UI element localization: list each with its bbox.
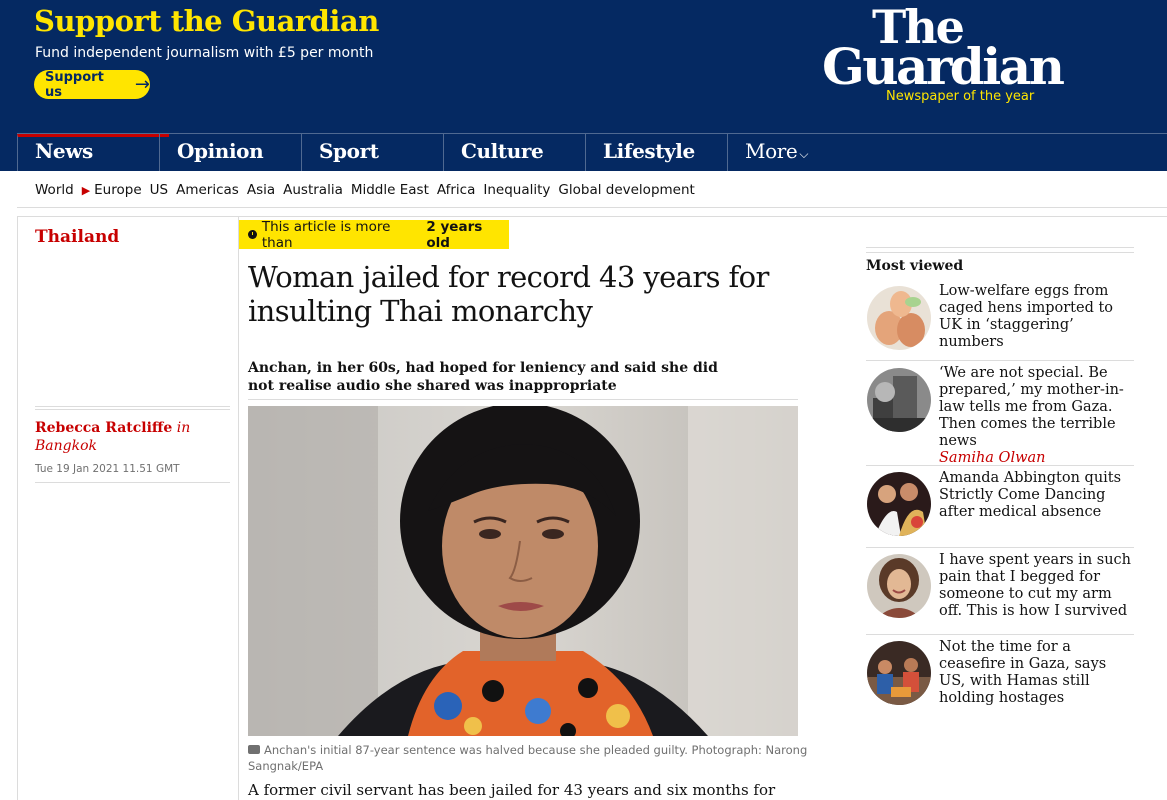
subnav-europe[interactable]: Europe (94, 182, 141, 198)
most-viewed-headline: Low-welfare eggs from caged hens importe… (939, 283, 1134, 351)
guardian-logo[interactable]: The Guardian Newspaper of the year (820, 0, 1090, 110)
pillar-opinion[interactable]: Opinion (159, 134, 301, 171)
mv-headline-text: Not the time for a ceasefire in Gaza, sa… (939, 639, 1107, 706)
age-badge-prefix: This article is more than (261, 218, 391, 251)
byline: Rebecca Ratcliffe in Bangkok (35, 419, 230, 455)
subnav-world[interactable]: World (35, 182, 74, 198)
most-viewed-item[interactable]: Not the time for a ceasefire in Gaza, sa… (866, 634, 1134, 724)
gaza-thumbnail (867, 368, 931, 432)
most-viewed-item[interactable]: I have spent years in such pain that I b… (866, 547, 1134, 634)
subnav-global-development[interactable]: Global development (558, 182, 694, 198)
center-column-rule (238, 217, 239, 800)
age-badge-value: 2 years old (426, 218, 483, 251)
arrow-right-icon: → (134, 73, 150, 95)
portrait-illustration (248, 406, 798, 736)
most-viewed-divider (866, 247, 1134, 253)
pillar-lifestyle[interactable]: Lifestyle (585, 134, 727, 171)
ceasefire-thumbnail (867, 641, 931, 705)
pillar-culture[interactable]: Culture (443, 134, 585, 171)
subnav-middle-east[interactable]: Middle East (351, 182, 429, 198)
left-column-rule (17, 217, 18, 800)
caption-text: Anchan's initial 87-year sentence was ha… (248, 743, 808, 773)
camera-icon (248, 745, 260, 754)
mv-headline-text: Low-welfare eggs from caged hens importe… (939, 283, 1114, 350)
support-subtitle: Fund independent journalism with £5 per … (35, 45, 374, 61)
byline-divider (35, 406, 230, 410)
article-standfirst: Anchan, in her 60s, had hoped for lenien… (248, 360, 718, 394)
most-viewed-headline: Not the time for a ceasefire in Gaza, sa… (939, 639, 1134, 707)
article-photo (248, 406, 798, 736)
clock-icon (248, 230, 257, 239)
header-banner: Support the Guardian Fund independent jo… (0, 0, 1167, 171)
pain-thumbnail (867, 554, 931, 618)
subnav-us[interactable]: US (150, 182, 168, 198)
pillar-nav: News Opinion Sport Culture Lifestyle Mor… (17, 133, 1167, 171)
chevron-down-icon: ⌵ (799, 147, 809, 161)
most-viewed-headline: ‘We are not special. Be prepared,’ my mo… (939, 365, 1134, 467)
sub-navigation: World ▶ Europe US Americas Asia Australia Middl… (35, 182, 703, 198)
author-name[interactable]: Rebecca Ratcliffe (35, 420, 172, 436)
mv-headline-text: ‘We are not special. Be prepared,’ my mo… (939, 365, 1124, 449)
most-viewed-item[interactable]: ‘We are not special. Be prepared,’ my mo… (866, 360, 1134, 467)
article-headline: Woman jailed for record 43 years for ins… (248, 260, 769, 328)
pillar-news[interactable]: News (17, 134, 169, 171)
standfirst-divider (248, 399, 798, 400)
support-us-button[interactable]: Support us → (34, 69, 150, 100)
subnav-inequality[interactable]: Inequality (483, 182, 550, 198)
most-viewed-title: Most viewed (866, 258, 964, 274)
article-age-badge: This article is more than 2 years old (239, 218, 509, 251)
article-body: A former civil servant has been jailed f… (248, 781, 776, 799)
triangle-right-icon: ▶ (81, 184, 91, 197)
mv-headline-text: I have spent years in such pain that I b… (939, 552, 1132, 619)
support-title: Support the Guardian (34, 4, 379, 38)
article-date: Tue 19 Jan 2021 11.51 GMT (35, 463, 180, 475)
pillar-sport[interactable]: Sport (301, 134, 443, 171)
pillar-more[interactable]: More ⌵ (727, 134, 867, 171)
most-viewed-item[interactable]: Amanda Abbington quits Strictly Come Dan… (866, 465, 1134, 547)
subnav-africa[interactable]: Africa (437, 182, 476, 198)
eggs-thumbnail (867, 286, 931, 350)
most-viewed-headline: I have spent years in such pain that I b… (939, 552, 1134, 620)
logo-line-2: Guardian (822, 37, 1065, 96)
most-viewed-item[interactable]: Low-welfare eggs from caged hens importe… (866, 282, 1134, 360)
subnav-australia[interactable]: Australia (283, 182, 343, 198)
subnav-asia[interactable]: Asia (247, 182, 275, 198)
most-viewed-headline: Amanda Abbington quits Strictly Come Dan… (939, 470, 1134, 521)
mv-headline-text: Amanda Abbington quits Strictly Come Dan… (939, 470, 1122, 520)
subnav-americas[interactable]: Americas (176, 182, 239, 198)
section-thailand-link[interactable]: Thailand (35, 227, 119, 247)
pillar-more-label: More (745, 139, 798, 163)
logo-tagline: Newspaper of the year (886, 89, 1035, 104)
date-divider (35, 482, 230, 483)
photo-caption: Anchan's initial 87-year sentence was ha… (248, 742, 808, 774)
support-us-label: Support us (45, 69, 104, 100)
subnav-divider (17, 207, 1167, 217)
strictly-thumbnail (867, 472, 931, 536)
